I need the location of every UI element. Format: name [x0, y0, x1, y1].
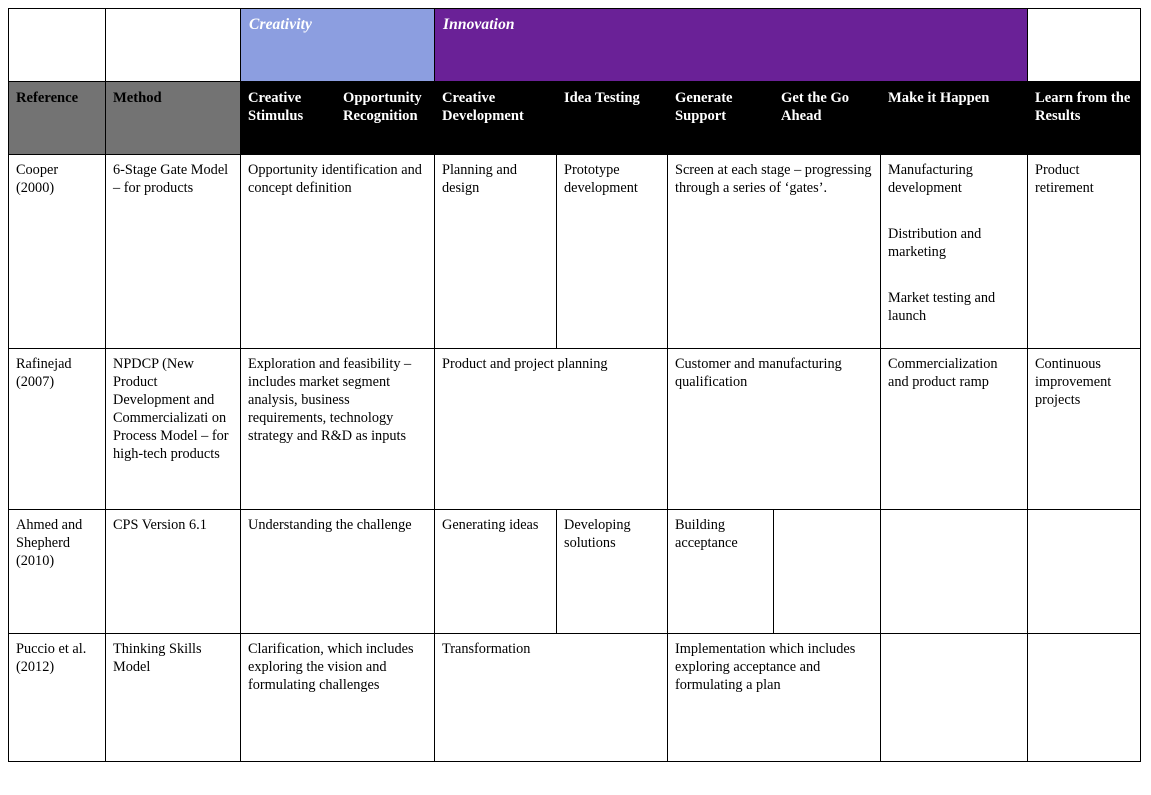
cell-creative-stimulus: Clarification, which includes exploring …	[240, 633, 435, 762]
creativity-innovation-matrix: Creativity Innovation Reference Method C…	[8, 8, 1141, 762]
cell-method: CPS Version 6.1	[105, 509, 241, 634]
column-header-opportunity-recognition: Opportunity Recognition	[335, 81, 435, 155]
band-creativity: Creativity	[240, 8, 435, 82]
column-header-get-the-go-ahead: Get the Go Ahead	[773, 81, 881, 155]
cell-method: Thinking Skills Model	[105, 633, 241, 762]
table-row: Ahmed and Shepherd (2010) CPS Version 6.…	[8, 509, 1141, 634]
cell-method: NPDCP (New Product Development and Comme…	[105, 348, 241, 510]
cell-make-it-happen: Commercialization and product ramp	[880, 348, 1028, 510]
cell-make-it-happen	[880, 633, 1028, 762]
cell-reference: Cooper (2000)	[8, 154, 106, 349]
column-header-learn-from-the-results: Learn from the Results	[1027, 81, 1141, 155]
cell-generate-support: Screen at each stage – progressing throu…	[667, 154, 881, 349]
cell-creative-development: Generating ideas	[434, 509, 557, 634]
cell-get-the-go-ahead	[773, 509, 881, 634]
cell-learn-from-the-results: Product retirement	[1027, 154, 1141, 349]
cell-method: 6-Stage Gate Model – for products	[105, 154, 241, 349]
column-header-row: Reference Method Creative Stimulus Oppor…	[8, 81, 1141, 155]
cell-reference: Rafinejad (2007)	[8, 348, 106, 510]
cell-reference: Puccio et al. (2012)	[8, 633, 106, 762]
band-creativity-label: Creativity	[249, 16, 312, 33]
cell-creative-stimulus: Understanding the challenge	[240, 509, 435, 634]
cell-make-it-happen-line-1: Manufacturing development	[888, 162, 973, 196]
table-row: Rafinejad (2007) NPDCP (New Product Deve…	[8, 348, 1141, 510]
column-header-reference: Reference	[8, 81, 106, 155]
cell-make-it-happen-line-2: Distribution and marketing	[888, 226, 982, 260]
cell-idea-testing: Prototype development	[556, 154, 668, 349]
cell-creative-development: Planning and design	[434, 154, 557, 349]
column-header-generate-support: Generate Support	[667, 81, 774, 155]
cell-generate-support: Customer and manufacturing qualification	[667, 348, 881, 510]
column-header-idea-testing: Idea Testing	[556, 81, 668, 155]
table-row: Puccio et al. (2012) Thinking Skills Mod…	[8, 633, 1141, 762]
cell-creative-development: Product and project planning	[434, 348, 668, 510]
cell-reference: Ahmed and Shepherd (2010)	[8, 509, 106, 634]
cell-creative-development: Transformation	[434, 633, 668, 762]
cell-generate-support: Building acceptance	[667, 509, 774, 634]
column-header-creative-stimulus: Creative Stimulus	[240, 81, 336, 155]
cell-make-it-happen-line-3: Market testing and launch	[888, 290, 996, 324]
column-header-creative-development: Creative Development	[434, 81, 557, 155]
table-row: Cooper (2000) 6-Stage Gate Model – for p…	[8, 154, 1141, 349]
cell-learn-from-the-results	[1027, 509, 1141, 634]
band-innovation: Innovation	[434, 8, 1028, 82]
cell-creative-stimulus: Opportunity identification and concept d…	[240, 154, 435, 349]
cell-learn-from-the-results	[1027, 633, 1141, 762]
cell-creative-stimulus: Exploration and feasibility – includes m…	[240, 348, 435, 510]
cell-idea-testing: Developing solutions	[556, 509, 668, 634]
cell-generate-support: Implementation which includes exploring …	[667, 633, 881, 762]
cell-learn-from-the-results: Continuous improvement projects	[1027, 348, 1141, 510]
band-innovation-label: Innovation	[443, 16, 515, 33]
column-header-method: Method	[105, 81, 241, 155]
column-header-make-it-happen: Make it Happen	[880, 81, 1028, 155]
band-row: Creativity Innovation	[8, 8, 1141, 82]
band-empty-reference	[8, 8, 106, 82]
band-empty-method	[105, 8, 241, 82]
cell-make-it-happen	[880, 509, 1028, 634]
band-empty-learn	[1027, 8, 1141, 82]
cell-make-it-happen: Manufacturing development Distribution a…	[880, 154, 1028, 349]
table-page: Creativity Innovation Reference Method C…	[0, 0, 1151, 795]
